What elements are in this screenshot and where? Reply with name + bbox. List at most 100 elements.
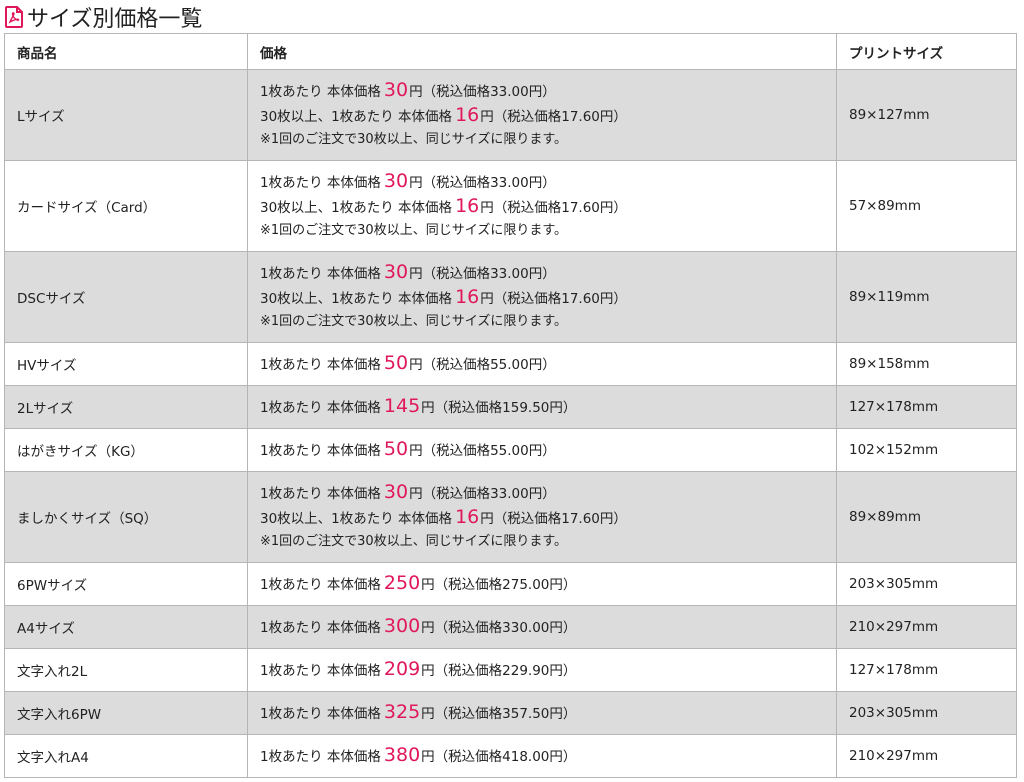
price-label: 1枚あたり 本体価格 <box>260 705 381 722</box>
product-name-cell: 6PWサイズ <box>4 562 248 606</box>
price-amount: 30 <box>383 79 409 101</box>
price-note: ※1回のご注文で30枚以上、同じサイズに限ります。 <box>260 314 568 329</box>
price-tax-included: 円（税込価格275.00円） <box>421 576 577 593</box>
table-row: 6PWサイズ 1枚あたり 本体価格 250 円（税込価格275.00円） 203×305… <box>4 562 1017 606</box>
price-tax-included: 円（税込価格33.00円） <box>409 175 556 191</box>
price-tax-included: 円（税込価格55.00円） <box>409 442 556 459</box>
product-name-cell: カードサイズ（Card） <box>4 160 248 252</box>
price-amount: 30 <box>383 170 409 192</box>
price-tax-included: 円（税込価格33.00円） <box>409 486 556 502</box>
price-line: 1枚あたり 本体価格 30 円（税込価格33.00円） <box>260 79 836 104</box>
price-note: ※1回のご注文で30枚以上、同じサイズに限ります。 <box>260 534 568 549</box>
price-line: 1枚あたり 本体価格 30 円（税込価格33.00円） <box>260 170 836 195</box>
table-row: DSCサイズ 1枚あたり 本体価格 30 円（税込価格33.00円） 30枚以上、1枚あ… <box>4 251 1017 343</box>
table-row: 文字入れA4 1枚あたり 本体価格 380 円（税込価格418.00円） 210×297… <box>4 734 1017 778</box>
price-line: 1枚あたり 本体価格 30 円（税込価格33.00円） <box>260 481 836 506</box>
print-size-cell: 203×305mm <box>836 562 1017 606</box>
price-tax-included: 円（税込価格229.90円） <box>421 662 577 679</box>
product-name-cell: HVサイズ <box>4 342 248 386</box>
price-cell: 1枚あたり 本体価格 30 円（税込価格33.00円） 30枚以上、1枚あたり 本体価… <box>247 160 837 252</box>
price-tax-included: 円（税込価格330.00円） <box>421 619 577 636</box>
price-cell: 1枚あたり 本体価格 30 円（税込価格33.00円） 30枚以上、1枚あたり 本体価… <box>247 251 837 343</box>
print-size-cell: 210×297mm <box>836 734 1017 778</box>
price-cell: 1枚あたり 本体価格 50 円（税込価格55.00円） <box>247 342 837 386</box>
print-size-cell: 127×178mm <box>836 648 1017 692</box>
price-label: 30枚以上、1枚あたり 本体価格 <box>260 109 453 125</box>
product-name-cell: A4サイズ <box>4 605 248 649</box>
price-amount: 209 <box>383 657 421 680</box>
page-header: サイズ別価格一覧 <box>4 2 202 32</box>
product-name-cell: 2Lサイズ <box>4 385 248 429</box>
price-label: 1枚あたり 本体価格 <box>260 175 381 191</box>
price-line: 1枚あたり 本体価格 380 円（税込価格418.00円） <box>260 744 836 769</box>
table-row: ましかくサイズ（SQ） 1枚あたり 本体価格 30 円（税込価格33.00円） 30枚以… <box>4 471 1017 563</box>
price-tax-included: 円（税込価格33.00円） <box>409 266 556 282</box>
price-amount: 300 <box>383 614 421 637</box>
price-label: 1枚あたり 本体価格 <box>260 619 381 636</box>
price-cell: 1枚あたり 本体価格 300 円（税込価格330.00円） <box>247 605 837 649</box>
price-amount: 16 <box>455 286 480 308</box>
price-amount: 16 <box>455 195 480 217</box>
print-size-cell: 203×305mm <box>836 691 1017 735</box>
price-line: 1枚あたり 本体価格 145 円（税込価格159.50円） <box>260 395 836 420</box>
price-tax-included: 円（税込価格17.60円） <box>480 109 627 125</box>
column-header-product-name: 商品名 <box>4 33 248 70</box>
print-size-cell: 210×297mm <box>836 605 1017 649</box>
print-size-cell: 57×89mm <box>836 160 1017 252</box>
product-name-cell: はがきサイズ（KG） <box>4 428 248 472</box>
price-amount: 16 <box>455 506 480 528</box>
print-size-cell: 102×152mm <box>836 428 1017 472</box>
print-size-cell: 89×89mm <box>836 471 1017 563</box>
price-amount: 380 <box>383 743 421 766</box>
price-tax-included: 円（税込価格17.60円） <box>480 200 627 216</box>
price-cell: 1枚あたり 本体価格 325 円（税込価格357.50円） <box>247 691 837 735</box>
price-line: 30枚以上、1枚あたり 本体価格 16 円（税込価格17.60円） <box>260 195 836 220</box>
table-row: 2Lサイズ 1枚あたり 本体価格 145 円（税込価格159.50円） 127×178m… <box>4 385 1017 429</box>
print-size-cell: 89×158mm <box>836 342 1017 386</box>
price-amount: 145 <box>383 394 421 417</box>
price-label: 30枚以上、1枚あたり 本体価格 <box>260 291 453 307</box>
price-cell: 1枚あたり 本体価格 30 円（税込価格33.00円） 30枚以上、1枚あたり 本体価… <box>247 471 837 563</box>
price-amount: 250 <box>383 571 421 594</box>
price-cell: 1枚あたり 本体価格 145 円（税込価格159.50円） <box>247 385 837 429</box>
price-line: 30枚以上、1枚あたり 本体価格 16 円（税込価格17.60円） <box>260 104 836 129</box>
price-cell: 1枚あたり 本体価格 250 円（税込価格275.00円） <box>247 562 837 606</box>
price-line: 1枚あたり 本体価格 50 円（税込価格55.00円） <box>260 352 836 377</box>
price-label: 1枚あたり 本体価格 <box>260 399 381 416</box>
price-label: 1枚あたり 本体価格 <box>260 266 381 282</box>
price-tax-included: 円（税込価格17.60円） <box>480 291 627 307</box>
price-note: ※1回のご注文で30枚以上、同じサイズに限ります。 <box>260 132 568 147</box>
price-label: 1枚あたり 本体価格 <box>260 576 381 593</box>
price-line: 1枚あたり 本体価格 30 円（税込価格33.00円） <box>260 261 836 286</box>
product-name-cell: Lサイズ <box>4 69 248 161</box>
column-header-print-size: プリントサイズ <box>836 33 1017 70</box>
price-tax-included: 円（税込価格55.00円） <box>409 356 556 373</box>
product-name-cell: 文字入れA4 <box>4 734 248 778</box>
price-tax-included: 円（税込価格357.50円） <box>421 705 577 722</box>
product-name-cell: ましかくサイズ（SQ） <box>4 471 248 563</box>
column-header-price: 価格 <box>247 33 837 70</box>
product-name-cell: 文字入れ2L <box>4 648 248 692</box>
price-tax-included: 円（税込価格17.60円） <box>480 511 627 527</box>
price-line: 1枚あたり 本体価格 250 円（税込価格275.00円） <box>260 572 836 597</box>
price-cell: 1枚あたり 本体価格 380 円（税込価格418.00円） <box>247 734 837 778</box>
table-row: Lサイズ 1枚あたり 本体価格 30 円（税込価格33.00円） 30枚以上、1枚あたり… <box>4 69 1017 161</box>
price-amount: 50 <box>383 437 409 460</box>
price-tax-included: 円（税込価格418.00円） <box>421 748 577 765</box>
price-tax-included: 円（税込価格33.00円） <box>409 84 556 100</box>
price-note: ※1回のご注文で30枚以上、同じサイズに限ります。 <box>260 223 568 238</box>
price-line: 30枚以上、1枚あたり 本体価格 16 円（税込価格17.60円） <box>260 286 836 311</box>
price-label: 1枚あたり 本体価格 <box>260 486 381 502</box>
price-label: 30枚以上、1枚あたり 本体価格 <box>260 511 453 527</box>
price-amount: 325 <box>383 700 421 723</box>
print-size-cell: 127×178mm <box>836 385 1017 429</box>
table-row: 文字入れ2L 1枚あたり 本体価格 209 円（税込価格229.90円） 127×178… <box>4 648 1017 692</box>
price-line: 1枚あたり 本体価格 209 円（税込価格229.90円） <box>260 658 836 683</box>
table-body: Lサイズ 1枚あたり 本体価格 30 円（税込価格33.00円） 30枚以上、1枚あたり… <box>4 69 1017 778</box>
price-tax-included: 円（税込価格159.50円） <box>421 399 577 416</box>
page-title: サイズ別価格一覧 <box>27 7 203 32</box>
price-label: 1枚あたり 本体価格 <box>260 356 381 373</box>
price-amount: 16 <box>455 104 480 126</box>
table-row: はがきサイズ（KG） 1枚あたり 本体価格 50 円（税込価格55.00円） 102×1… <box>4 428 1017 472</box>
price-label: 1枚あたり 本体価格 <box>260 662 381 679</box>
